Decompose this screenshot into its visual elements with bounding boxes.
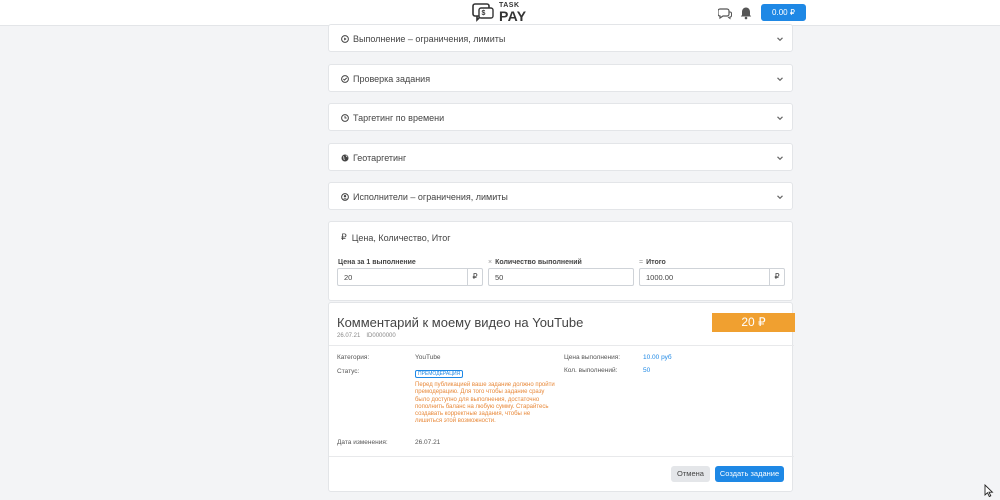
price-label: Цена за 1 выполнение (338, 259, 416, 266)
accordion-geo-targeting[interactable]: Геотаргетинг (328, 143, 793, 171)
logo-text-bottom: PAY (499, 8, 527, 24)
accordion-label: Проверка задания (353, 74, 431, 84)
quantity-label: × Количество выполнений (488, 259, 582, 266)
mouse-cursor-icon (984, 484, 994, 498)
accordion-label: Геотаргетинг (353, 153, 407, 163)
total-label: = Итого (639, 259, 666, 266)
exec-price-value: 10.00 руб (643, 354, 672, 361)
equals-operator: = (639, 259, 644, 266)
modified-label: Дата изменения: (337, 439, 388, 446)
price-badge: 20 ₽ (712, 313, 795, 332)
price-value: 20 (344, 273, 353, 282)
modified-value: 26.07.21 (415, 439, 441, 446)
task-date: 26.07.21 (337, 333, 361, 339)
divider (329, 456, 794, 457)
chevron-down-icon[interactable] (776, 114, 784, 122)
status-badge: ПРЕМОДЕРАЦИЯ (415, 370, 464, 378)
category-label: Категория: (337, 354, 370, 361)
exec-count-label: Кол. выполнений: (564, 367, 618, 374)
panel-title: Цена, Количество, Итог (351, 232, 451, 243)
accordion-label: Исполнители – ограничения, лимиты (353, 192, 508, 202)
user-circle-icon (341, 193, 349, 201)
accordion-label: Выполнение – ограничения, лимиты (353, 34, 506, 44)
ruble-icon: ₽ (341, 232, 347, 242)
balance-button[interactable]: 0.00 ₽ (761, 4, 806, 21)
svg-text:$: $ (482, 10, 486, 17)
accordion-time-targeting[interactable]: Таргетинг по времени (328, 103, 793, 131)
divider (329, 345, 794, 346)
clock-icon (341, 114, 349, 122)
total-currency: ₽ (769, 269, 784, 285)
accordion-label: Таргетинг по времени (353, 113, 445, 123)
total-value: 1000.00 (646, 273, 674, 282)
logo[interactable]: $ TASK PAY (472, 2, 532, 24)
chevron-down-icon[interactable] (776, 154, 784, 162)
accordion-task-review[interactable]: Проверка задания (328, 64, 793, 92)
chevron-down-icon[interactable] (776, 75, 784, 83)
quantity-value: 50 (495, 273, 504, 282)
task-title: Комментарий к моему видео на YouTube (337, 315, 584, 330)
multiply-operator: × (488, 259, 493, 266)
total-field: 1000.00 ₽ (639, 268, 785, 286)
accordion-execution-limits[interactable]: Выполнение – ограничения, лимиты (328, 24, 793, 52)
task-id: ID0000000 (366, 333, 396, 339)
task-preview-card: Комментарий к моему видео на YouTube 26.… (328, 302, 795, 492)
price-input[interactable]: 20 ₽ (337, 268, 483, 286)
category-value: YouTube (415, 354, 441, 361)
top-bar: $ TASK PAY 0.00 ₽ (0, 0, 1000, 26)
exec-count-value: 50 (643, 367, 651, 374)
chevron-down-icon[interactable] (776, 193, 784, 201)
exec-price-label: Цена выполнения: (564, 354, 621, 361)
accordion-performer-limits[interactable]: Исполнители – ограничения, лимиты (328, 182, 793, 210)
chevron-down-icon[interactable] (776, 35, 784, 43)
price-quantity-panel: ₽ Цена, Количество, Итог Цена за 1 выпол… (328, 221, 793, 301)
create-task-button[interactable]: Создать задание (715, 466, 784, 482)
play-circle-icon (341, 35, 349, 43)
check-circle-icon (341, 75, 349, 83)
status-label: Статус: (337, 368, 360, 375)
premoderation-note: Перед публикацией ваше задание должно пр… (415, 382, 555, 425)
bell-icon[interactable] (739, 6, 753, 20)
chat-icon[interactable] (718, 6, 732, 20)
cancel-button[interactable]: Отмена (671, 466, 710, 482)
quantity-input[interactable]: 50 (488, 268, 634, 286)
logo-icon: $ (472, 3, 494, 22)
task-meta: 26.07.21 ID0000000 (337, 333, 402, 339)
globe-icon (341, 154, 349, 162)
price-currency: ₽ (467, 269, 482, 285)
